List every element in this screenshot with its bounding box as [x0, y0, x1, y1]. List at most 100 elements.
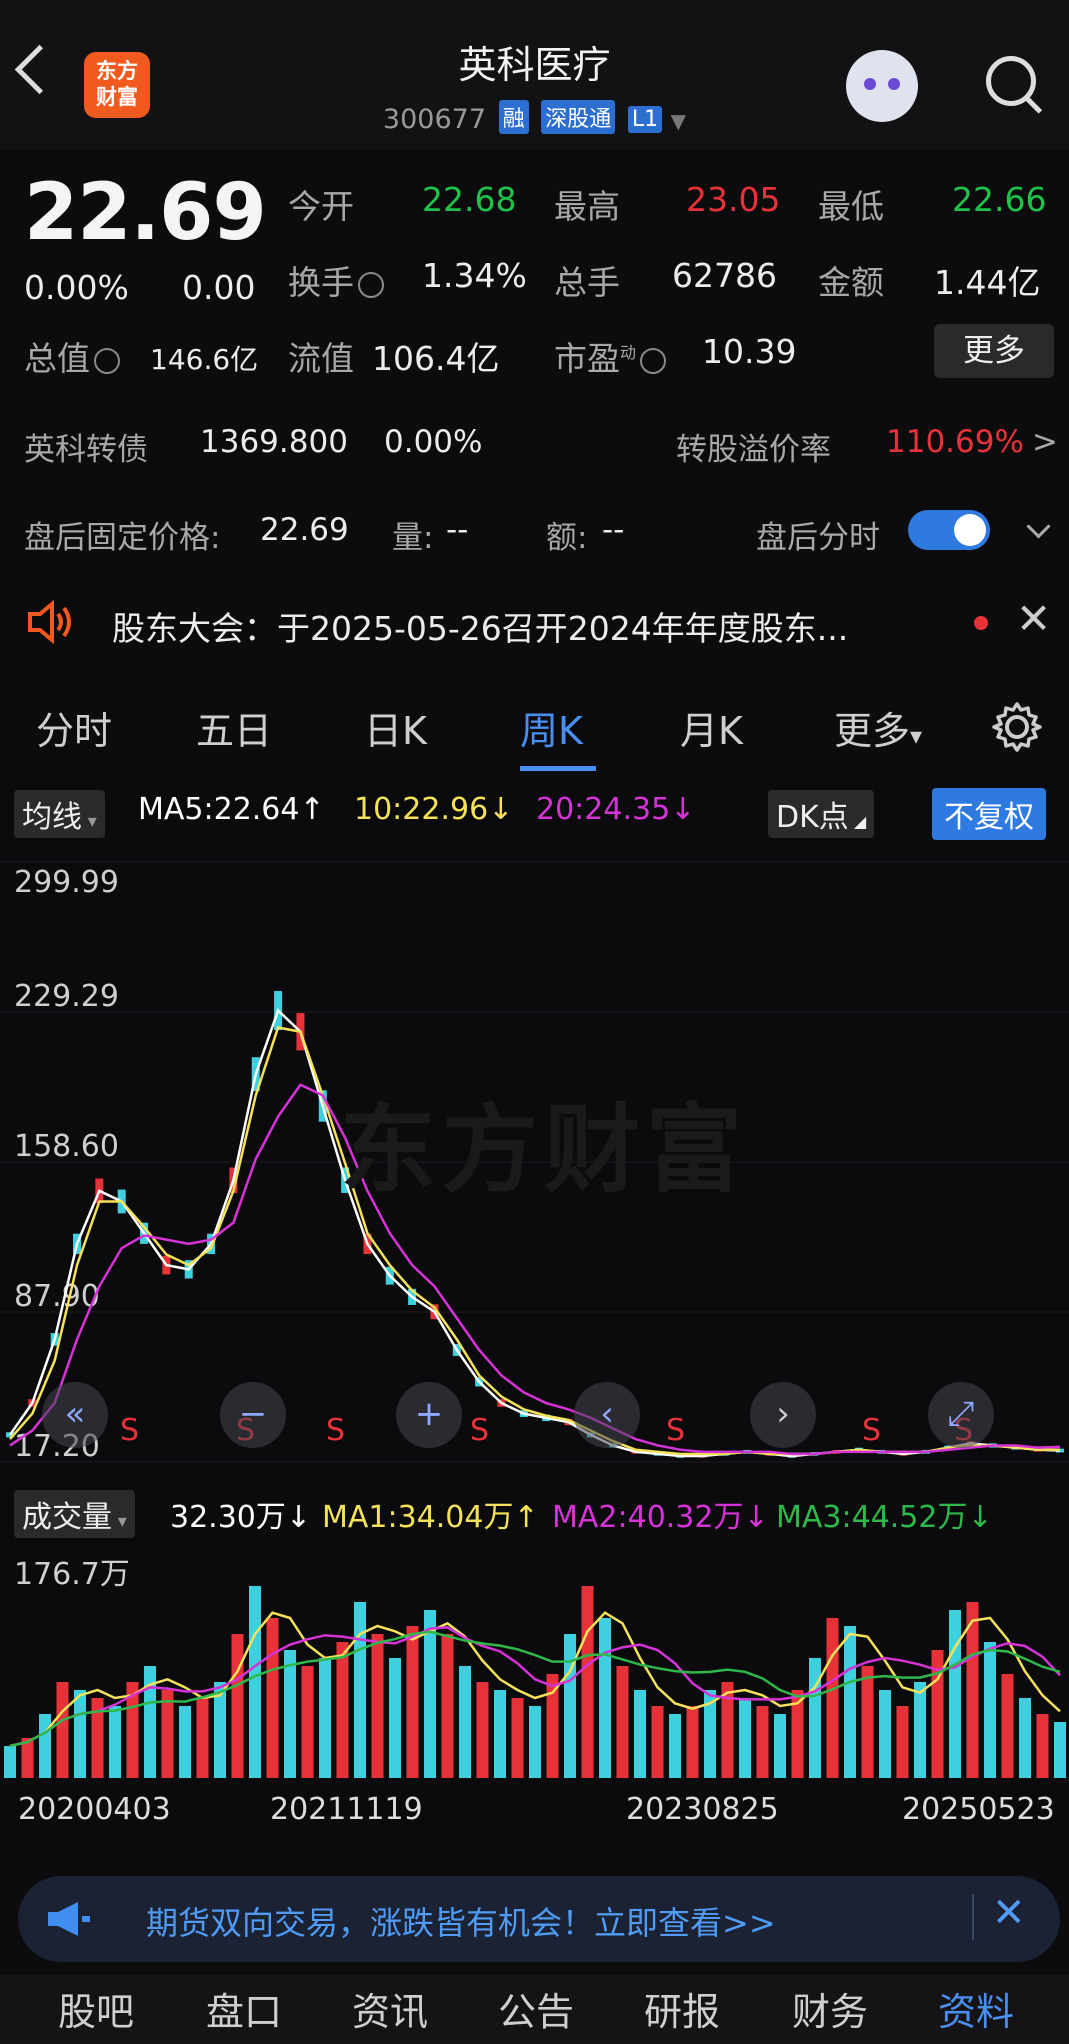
- volume-bar: [1036, 1714, 1049, 1778]
- scroll-left-fast-icon[interactable]: «: [42, 1382, 108, 1448]
- tab-monthly[interactable]: 月K: [680, 700, 743, 755]
- info-icon[interactable]: [94, 347, 120, 374]
- bond-name[interactable]: 英科转债: [24, 424, 148, 469]
- assistant-avatar-icon[interactable]: [846, 50, 918, 122]
- open-label: 今开: [288, 187, 354, 226]
- low-value: 22.66: [952, 180, 1047, 219]
- tag-margin: 融: [498, 100, 529, 134]
- premium-value[interactable]: 110.69%: [886, 424, 1024, 460]
- afterhours-amt: --: [602, 512, 625, 548]
- bond-price: 1369.800: [200, 424, 348, 460]
- tag-level: L1: [627, 106, 663, 133]
- megaphone-icon: [48, 1902, 90, 1936]
- afterhours-price-label: 盘后固定价格:: [24, 520, 221, 556]
- promo-banner[interactable]: 期货双向交易，涨跌皆有机会！立即查看>> ✕: [18, 1876, 1060, 1962]
- volume-bar: [39, 1714, 51, 1778]
- tab-minute[interactable]: 分时: [36, 700, 112, 755]
- signal-marker: S: [470, 1413, 489, 1448]
- info-icon[interactable]: [358, 271, 384, 298]
- volume-bar: [529, 1706, 541, 1778]
- volume-indicator-select[interactable]: 成交量 ▾: [14, 1490, 135, 1538]
- zoom-in-icon[interactable]: +: [396, 1382, 462, 1448]
- divider: [972, 1894, 974, 1940]
- notice-bar[interactable]: 股东大会：于2025-05-26召开2024年年度股东... ✕: [0, 580, 1069, 664]
- bond-pct: 0.00%: [384, 424, 483, 460]
- volume-bar: [861, 1666, 874, 1778]
- float-label: 流值: [288, 339, 354, 378]
- bottom-tab-finance[interactable]: 财务: [792, 1981, 868, 2036]
- dropdown-icon[interactable]: ▼: [671, 109, 686, 133]
- bottom-tab-profile[interactable]: 资料: [938, 1981, 1014, 2036]
- volume-bar: [354, 1602, 366, 1778]
- chevron-down-icon[interactable]: [1026, 514, 1051, 539]
- amount-label: 金额: [818, 263, 884, 302]
- volume-bar: [4, 1746, 16, 1778]
- volume-bar: [616, 1666, 629, 1778]
- y-tick-label: 87.90: [14, 1279, 100, 1314]
- afterhours-amt-label: 额:: [546, 520, 588, 556]
- settings-gear-icon[interactable]: [990, 700, 1044, 754]
- fullscreen-icon[interactable]: ⤢: [928, 1382, 994, 1448]
- close-icon[interactable]: ✕: [1016, 594, 1051, 643]
- volume-bar: [826, 1618, 839, 1778]
- amount-value: 1.44亿: [934, 263, 1041, 302]
- x-date-4: 20250523: [902, 1792, 1055, 1827]
- mktcap-label: 总值: [24, 332, 124, 380]
- volume-bar: [1001, 1674, 1014, 1778]
- y-tick-label: 299.99: [14, 865, 119, 900]
- volume-bar: [319, 1658, 331, 1778]
- unread-dot: [974, 616, 988, 630]
- afterhours-price: 22.69: [260, 512, 349, 548]
- volume-bar: [441, 1634, 454, 1778]
- close-icon[interactable]: ✕: [992, 1890, 1026, 1936]
- tab-weekly[interactable]: 周K: [520, 700, 583, 755]
- volume-value: 32.30万↓: [170, 1500, 312, 1535]
- volume-bar: [459, 1666, 471, 1778]
- volume-bar: [879, 1690, 891, 1778]
- tab-more[interactable]: 更多▾: [834, 700, 922, 755]
- kline-chart-area[interactable]: 均线 ▾ MA5:22.64↑ 10:22.96↓ 20:24.35↓ DK点 …: [0, 782, 1069, 1852]
- volume-bar: [424, 1610, 436, 1778]
- high-label: 最高: [554, 187, 620, 226]
- volume-bar: [511, 1698, 524, 1778]
- volume-bar: [196, 1698, 209, 1778]
- premium-label: 转股溢价率: [676, 432, 831, 468]
- vol-ma3-label: MA3:44.52万↓: [776, 1500, 993, 1535]
- bottom-tab-news[interactable]: 资讯: [352, 1981, 428, 2036]
- volume-bar: [774, 1714, 786, 1778]
- afterhours-toggle[interactable]: [908, 510, 990, 550]
- stock-code: 300677: [382, 104, 486, 135]
- afterhours-minute-label: 盘后分时: [756, 520, 880, 556]
- indicator-select[interactable]: 均线 ▾: [14, 790, 105, 838]
- bottom-tab-forum[interactable]: 股吧: [58, 1981, 134, 2036]
- signal-marker: S: [120, 1413, 139, 1448]
- signal-marker: S: [862, 1413, 881, 1448]
- volume-label: 总手: [554, 263, 620, 302]
- volume-bar: [1054, 1722, 1066, 1778]
- dk-point-select[interactable]: DK点 ◢: [768, 790, 875, 838]
- search-icon[interactable]: [986, 56, 1036, 106]
- volume-bar: [984, 1642, 996, 1778]
- more-button[interactable]: 更多: [934, 324, 1054, 378]
- volume-bar: [284, 1650, 296, 1778]
- bottom-tab-orderbook[interactable]: 盘口: [206, 1981, 282, 2036]
- change-pct: 0.00%: [24, 268, 129, 307]
- mktcap-value: 146.6亿: [150, 343, 259, 376]
- adjust-button[interactable]: 不复权: [932, 788, 1046, 840]
- volume-bar: [179, 1706, 191, 1778]
- chevron-right-icon[interactable]: >: [1032, 424, 1058, 460]
- bottom-tab-announcements[interactable]: 公告: [498, 1981, 574, 2036]
- zoom-out-icon[interactable]: −: [220, 1382, 286, 1448]
- high-value: 23.05: [686, 180, 781, 219]
- scroll-left-icon[interactable]: ‹: [574, 1382, 640, 1448]
- speaker-icon: [28, 600, 71, 644]
- scroll-right-icon[interactable]: ›: [750, 1382, 816, 1448]
- tab-5day[interactable]: 五日: [196, 700, 272, 755]
- x-date-1: 20200403: [18, 1792, 171, 1827]
- info-icon[interactable]: [640, 347, 667, 374]
- volume-chart[interactable]: 176.7万: [0, 1544, 1069, 1788]
- bottom-tab-research[interactable]: 研报: [644, 1981, 720, 2036]
- volume-bar: [809, 1658, 821, 1778]
- tab-daily[interactable]: 日K: [364, 700, 427, 755]
- signal-marker: S: [326, 1413, 345, 1448]
